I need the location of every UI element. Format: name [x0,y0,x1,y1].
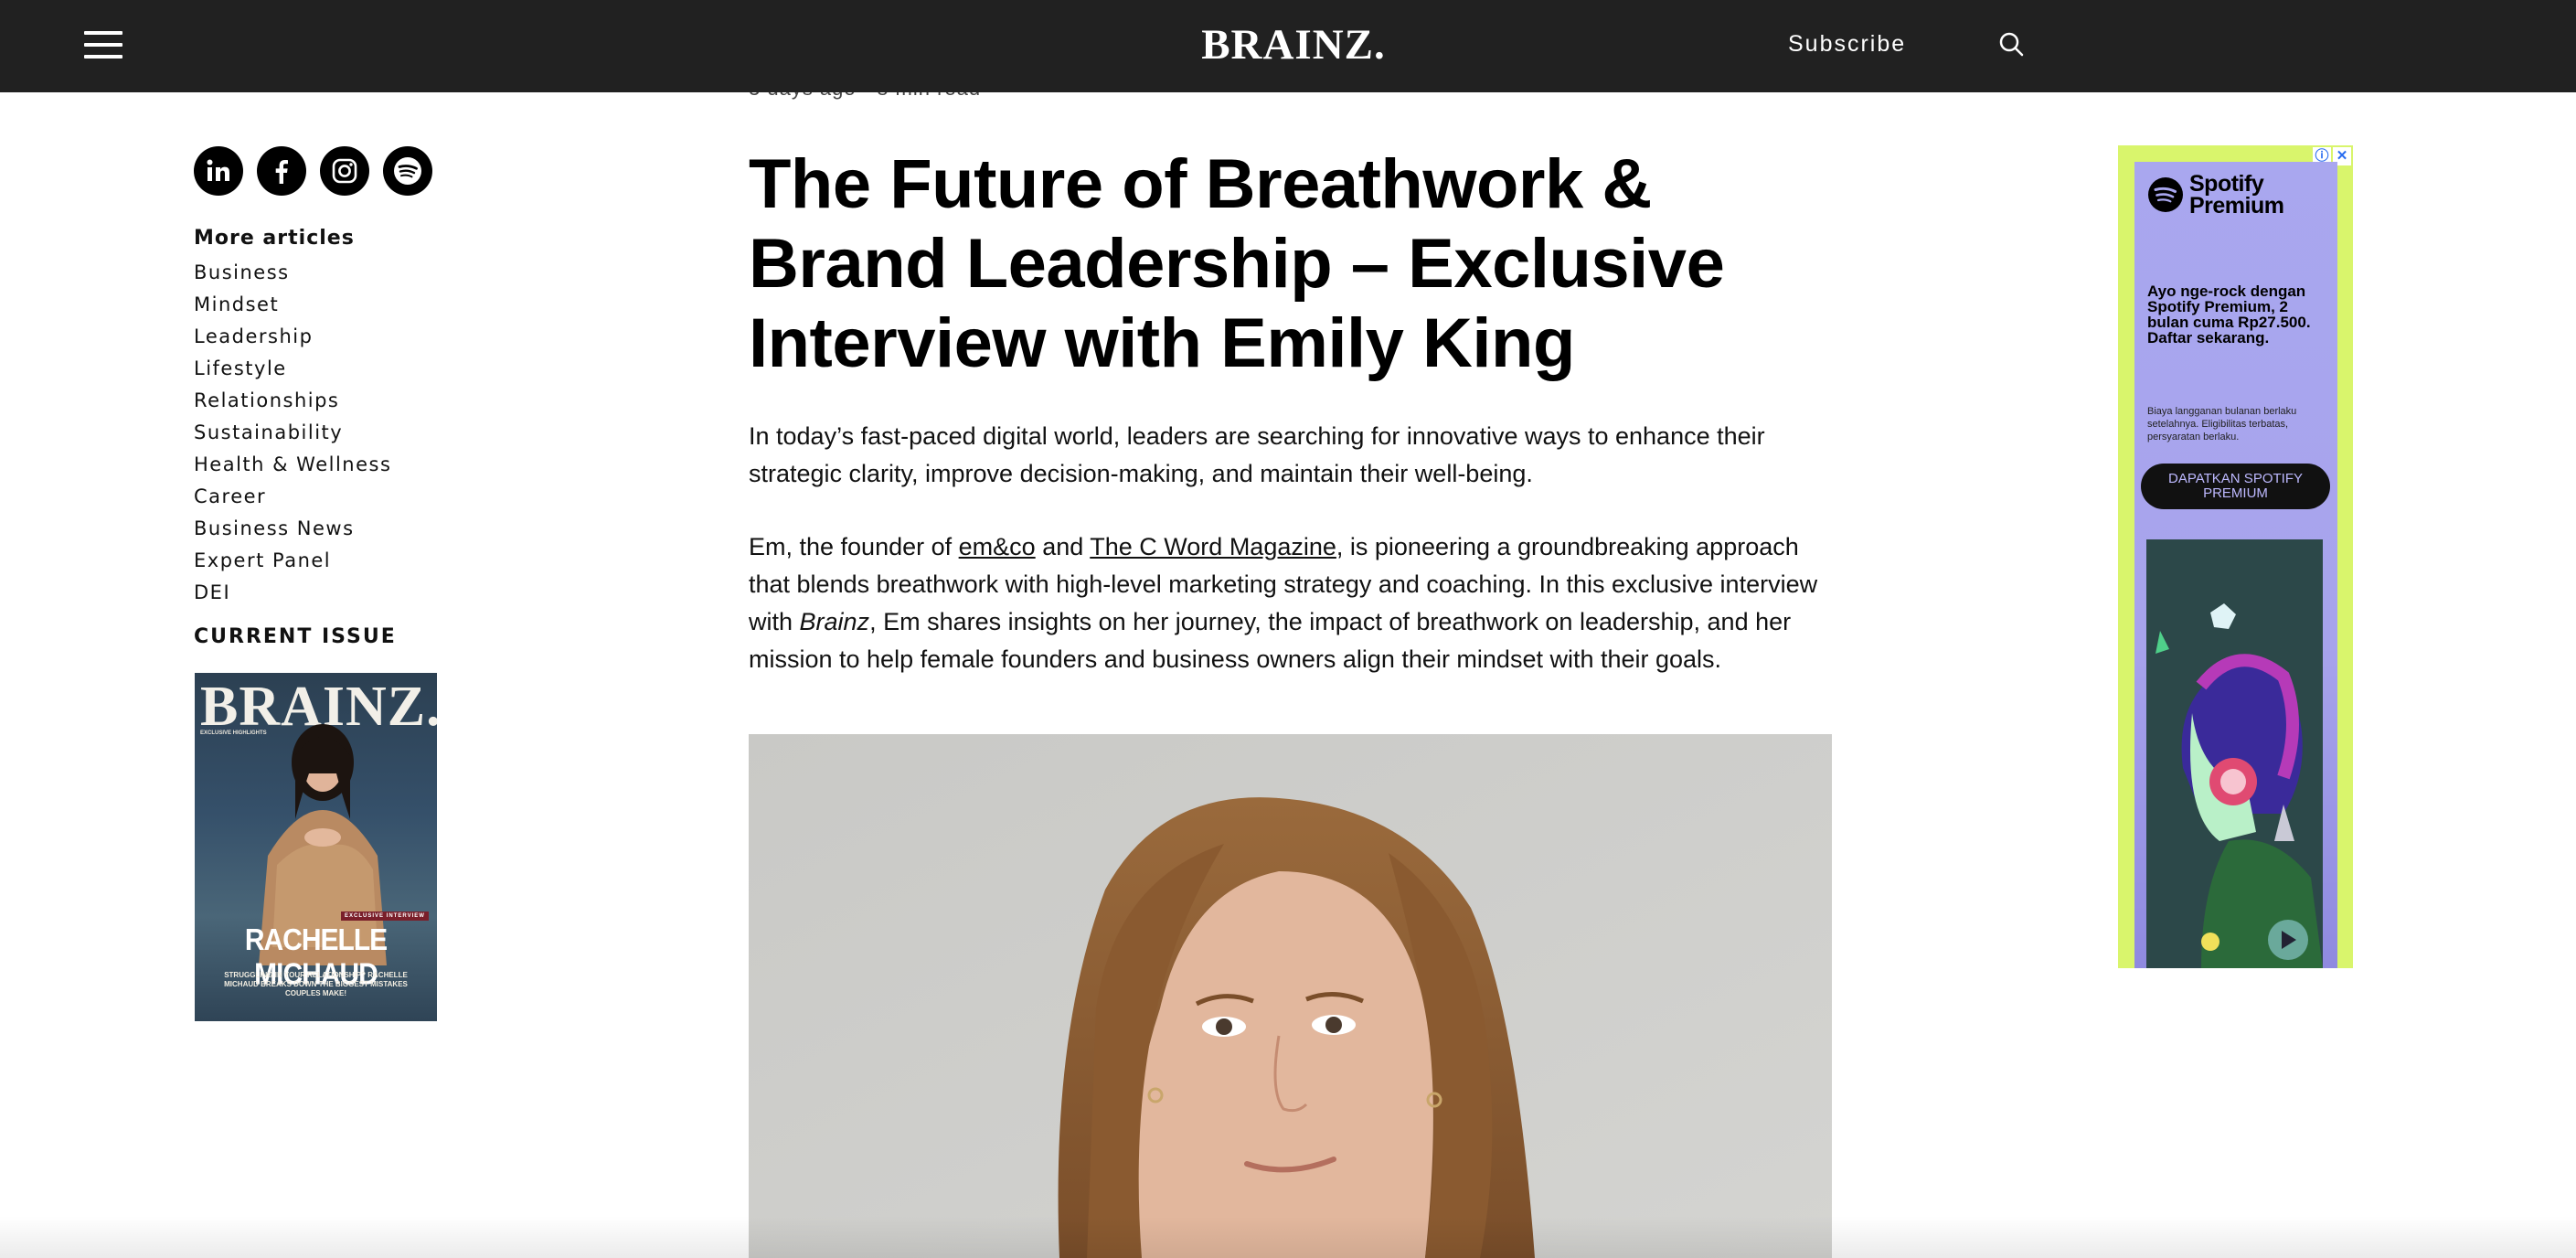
brainz-emphasis: Brainz [799,608,870,635]
spotify-ad-banner[interactable]: ⓘ ✕ Spotify Premium Ayo nge-rock dengan … [2118,145,2353,968]
cover-tag: EXCLUSIVE INTERVIEW [341,912,429,921]
category-list: Business Mindset Leadership Lifestyle Re… [194,259,391,611]
category-link-lifestyle[interactable]: Lifestyle [194,355,391,387]
category-link-dei[interactable]: DEI [194,579,391,611]
category-link-leadership[interactable]: Leadership [194,323,391,355]
linkedin-icon[interactable] [194,146,243,196]
facebook-icon[interactable] [257,146,306,196]
category-link-business[interactable]: Business [194,259,391,291]
category-link-mindset[interactable]: Mindset [194,291,391,323]
paragraph-text: , Em shares insights on her journey, the… [749,608,1792,673]
category-link-sustainability[interactable]: Sustainability [194,419,391,451]
category-link-career[interactable]: Career [194,483,391,515]
top-navigation-bar: BRAINZ. Subscribe [0,0,2576,92]
c-word-magazine-link[interactable]: The C Word Magazine [1090,533,1336,560]
ad-content: Spotify Premium Ayo nge-rock dengan Spot… [2134,162,2337,968]
article-headline: The Future of Breathwork & Brand Leaders… [749,145,1725,382]
social-links [194,146,432,196]
category-link-health-wellness[interactable]: Health & Wellness [194,451,391,483]
cover-subtitle: STRUGGLING IN YOUR RELATIONSHIP? RACHELL… [224,971,408,997]
paragraph-text: Em, the founder of [749,533,959,560]
hamburger-menu-icon[interactable] [84,31,122,59]
site-logo[interactable]: BRAINZ. [1188,20,1399,69]
ad-illustration [2146,539,2323,968]
ad-cta-button[interactable]: DAPATKAN SPOTIFY PREMIUM [2141,464,2330,509]
spotify-logo-icon [2148,177,2183,212]
category-link-business-news[interactable]: Business News [194,515,391,547]
ad-fineprint: Biaya langganan bulanan berlaku setelahn… [2147,406,2297,442]
article-paragraph: Em, the founder of em&co and The C Word … [749,528,1836,678]
current-issue-cover[interactable]: BRAINZ. EXCLUSIVE HIGHLIGHTS EXCLUSIVE I… [195,673,437,1021]
category-link-expert-panel[interactable]: Expert Panel [194,547,391,579]
article-intro: In today’s fast-paced digital world, lea… [749,422,1765,487]
search-icon[interactable] [1998,31,2026,59]
instagram-icon[interactable] [320,146,369,196]
category-link-relationships[interactable]: Relationships [194,387,391,419]
current-issue-heading: CURRENT ISSUE [194,625,397,648]
more-articles-heading: More articles [194,227,355,250]
ad-brand: Spotify Premium [2189,171,2284,219]
ad-headline: Ayo nge-rock dengan Spotify Premium, 2 b… [2147,283,2311,346]
emco-link[interactable]: em&co [959,533,1036,560]
spotify-icon[interactable] [383,146,432,196]
paragraph-text: and [1035,533,1091,560]
subscribe-link[interactable]: Subscribe [1788,31,1906,58]
article-hero-photo [749,734,1832,1258]
